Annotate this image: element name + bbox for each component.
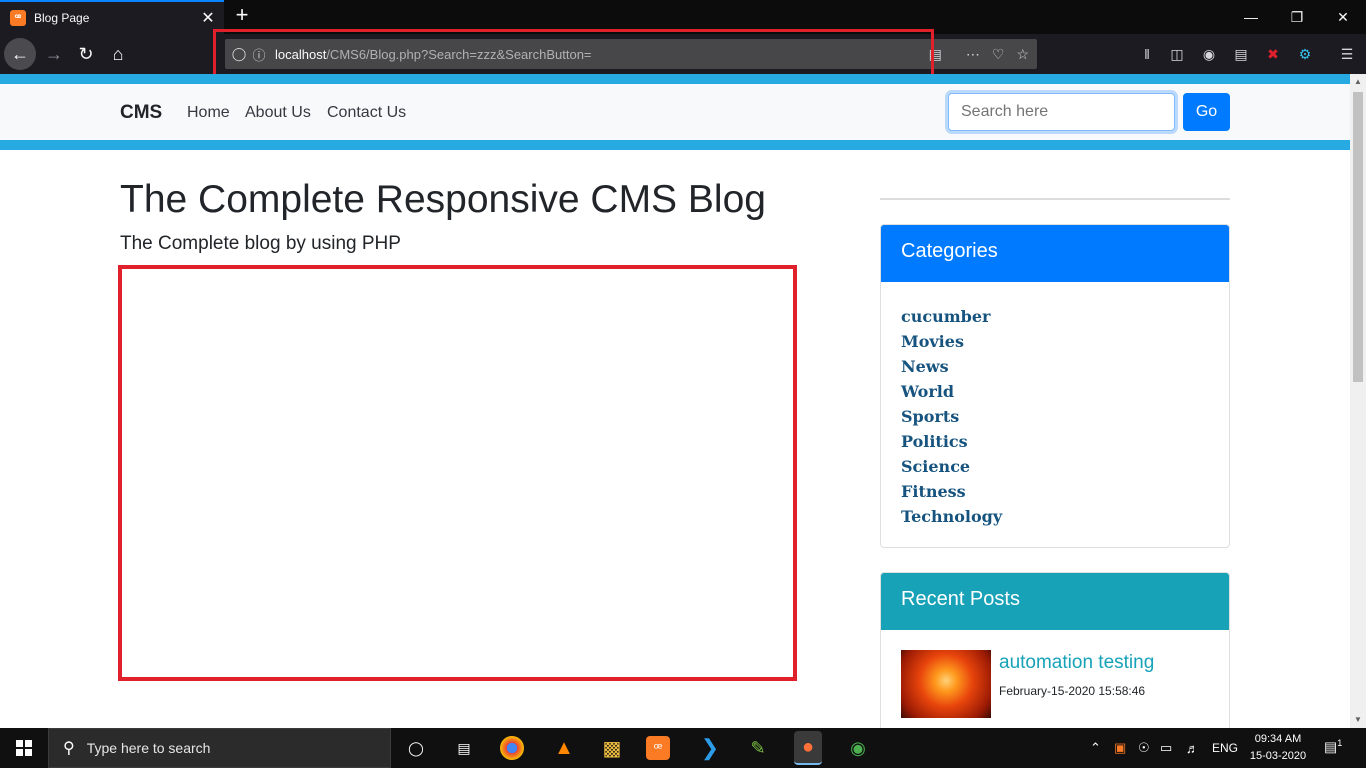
recent-post-item: automation testing February-15-2020 15:5… [881,630,1229,728]
post-date: February-15-2020 15:58:46 [999,684,1146,698]
post-title-link[interactable]: automation testing [999,652,1154,674]
categories-list: cucumber Movies News World Sports Politi… [881,282,1229,529]
category-link[interactable]: Technology [901,504,1209,529]
taskbar-search-placeholder: Type here to search [86,740,211,756]
categories-heading: Categories [881,225,1229,282]
firefox-icon[interactable]: ● [794,731,822,765]
new-tab-icon[interactable]: + [230,4,254,28]
chrome-canary-icon[interactable]: ◉ [844,734,872,762]
category-link[interactable]: Sports [901,404,1209,429]
blocker-icon[interactable]: ✖ [1262,43,1284,65]
forward-icon[interactable]: → [38,38,70,70]
category-link[interactable]: World [901,379,1209,404]
site-navbar: CMS Home About Us Contact Us Go [0,84,1350,140]
chrome-icon[interactable] [500,736,524,760]
extension-icon[interactable]: ▤ [1230,43,1252,65]
restore-icon[interactable]: ❐ [1274,0,1320,34]
category-link[interactable]: Fitness [901,479,1209,504]
minimize-icon[interactable]: — [1228,0,1274,34]
web-page: CMS Home About Us Contact Us Go The Comp… [0,74,1350,728]
volume-icon[interactable]: ♬ [1186,728,1199,768]
clock-time: 09:34 AM [1254,733,1302,745]
account-icon[interactable]: ◉ [1198,43,1220,65]
more-actions-icon[interactable]: ⋯ [966,46,980,63]
highlight-empty-results-box [118,265,797,681]
tab-title: Blog Page [34,11,90,25]
show-hidden-icons-icon[interactable]: ⌃ [1090,728,1101,768]
categories-card: Categories cucumber Movies News World Sp… [880,224,1230,548]
menu-icon[interactable]: ☰ [1336,43,1358,65]
scroll-down-icon[interactable]: ▼ [1350,712,1366,728]
sidebar-divider [880,198,1230,200]
nav-contact-us[interactable]: Contact Us [327,104,406,122]
pocket-icon[interactable]: ♡ [992,46,1005,63]
nav-about-us[interactable]: About Us [245,104,311,122]
battery-icon[interactable]: ▭ [1160,728,1172,768]
category-link[interactable]: News [901,354,1209,379]
scroll-up-icon[interactable]: ▲ [1350,74,1366,90]
page-lead: The Complete blog by using PHP [120,233,401,254]
windows-logo-icon [16,740,32,756]
taskbar-clock[interactable]: 09:34 AM 15-03-2020 [1246,731,1310,765]
top-accent-band [0,74,1350,84]
reload-icon[interactable]: ↻ [70,38,102,70]
file-explorer-icon[interactable]: ▩ [598,734,626,762]
xampp-app-icon[interactable]: ꟹ [646,736,670,760]
task-view-icon[interactable]: ▤ [450,734,478,762]
clock-date: 15-03-2020 [1249,750,1307,762]
windows-taskbar: ⚲ Type here to search ◯ ▤ ▲ ▩ ꟹ ❯ ✎ ● ◉ … [0,728,1366,768]
category-link[interactable]: cucumber [901,304,1209,329]
start-button[interactable] [0,728,48,768]
close-icon[interactable]: ✕ [1320,0,1366,34]
close-tab-icon[interactable]: ✕ [196,6,220,30]
vlc-icon[interactable]: ▲ [550,734,578,762]
library-icon[interactable]: ‖ [1136,43,1158,65]
go-button[interactable]: Go [1183,93,1230,131]
recent-posts-heading: Recent Posts [881,573,1229,630]
sidebar-icon[interactable]: ◫ [1166,43,1188,65]
post-thumbnail[interactable] [901,650,991,718]
notification-icon[interactable]: ▤1 [1324,738,1342,756]
page-title: The Complete Responsive CMS Blog [120,178,766,221]
home-icon[interactable]: ⌂ [102,38,134,70]
tab-blog-page[interactable]: ꟹ Blog Page ✕ [0,0,224,34]
page-scrollbar[interactable]: ▲ ▼ [1350,74,1366,728]
network-icon[interactable]: ☉ [1138,728,1150,768]
taskbar-search[interactable]: ⚲ Type here to search [48,728,391,768]
category-link[interactable]: Movies [901,329,1209,354]
nav-home[interactable]: Home [187,104,230,122]
category-link[interactable]: Politics [901,429,1209,454]
language-indicator[interactable]: ENG [1212,728,1238,768]
notification-count: 1 [1337,738,1343,748]
search-icon: ⚲ [63,740,75,757]
xampp-tray-icon[interactable]: ▣ [1114,728,1126,768]
xampp-icon: ꟹ [10,10,26,26]
bottom-accent-band [0,140,1350,150]
scroll-thumb[interactable] [1353,92,1363,382]
recent-posts-card: Recent Posts automation testing February… [880,572,1230,728]
gear-icon[interactable]: ⚙ [1294,43,1316,65]
category-link[interactable]: Science [901,454,1209,479]
vscode-icon[interactable]: ❯ [696,734,724,762]
site-brand[interactable]: CMS [120,102,162,124]
notepad-plus-icon[interactable]: ✎ [744,734,772,762]
search-input[interactable] [948,93,1175,131]
back-icon[interactable]: ← [4,38,36,70]
bookmark-star-icon[interactable]: ☆ [1016,46,1029,63]
cortana-icon[interactable]: ◯ [402,734,430,762]
